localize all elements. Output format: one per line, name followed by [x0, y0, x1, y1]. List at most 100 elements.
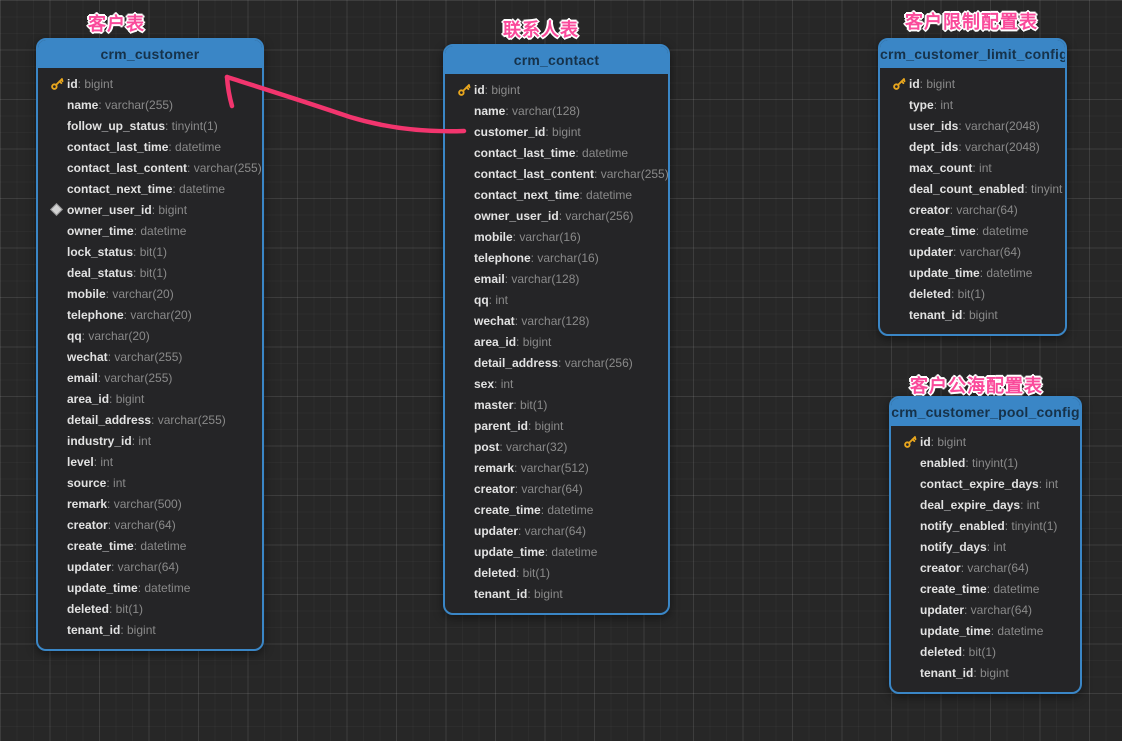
field-row-remark[interactable]: remark: varchar(500)	[38, 493, 262, 514]
field-row-wechat[interactable]: wechat: varchar(128)	[445, 310, 668, 331]
field-row-updater[interactable]: updater: varchar(64)	[880, 241, 1065, 262]
table-crm-customer-limit-config[interactable]: crm_customer_limit_config id: biginttype…	[878, 38, 1067, 336]
field-row-qq[interactable]: qq: int	[445, 289, 668, 310]
field-name: owner_time	[67, 224, 134, 238]
field-row-owner_time[interactable]: owner_time: datetime	[38, 220, 262, 241]
field-row-master[interactable]: master: bit(1)	[445, 394, 668, 415]
field-row-level[interactable]: level: int	[38, 451, 262, 472]
table-header-crm-customer-pool-config[interactable]: crm_customer_pool_config	[891, 398, 1080, 426]
field-name: create_time	[909, 224, 976, 238]
diagram-canvas[interactable]: 客户表 联系人表 客户限制配置表 客户公海配置表 crm_customer id…	[0, 0, 1122, 741]
table-header-crm-customer-limit-config[interactable]: crm_customer_limit_config	[880, 40, 1065, 68]
field-row-id[interactable]: id: bigint	[891, 431, 1080, 452]
field-type: : bigint	[120, 623, 155, 637]
field-row-telephone[interactable]: telephone: varchar(16)	[445, 247, 668, 268]
field-type: : tinyint(1)	[965, 456, 1018, 470]
field-row-updater[interactable]: updater: varchar(64)	[891, 599, 1080, 620]
field-type: : varchar(20)	[82, 329, 150, 343]
field-row-mobile[interactable]: mobile: varchar(20)	[38, 283, 262, 304]
field-row-industry_id[interactable]: industry_id: int	[38, 430, 262, 451]
field-row-contact_next_time[interactable]: contact_next_time: datetime	[445, 184, 668, 205]
table-crm-customer[interactable]: crm_customer id: bigintname: varchar(255…	[36, 38, 264, 651]
field-row-area_id[interactable]: area_id: bigint	[38, 388, 262, 409]
field-row-notify_days[interactable]: notify_days: int	[891, 536, 1080, 557]
field-row-id[interactable]: id: bigint	[880, 73, 1065, 94]
field-row-contact_next_time[interactable]: contact_next_time: datetime	[38, 178, 262, 199]
field-row-deal_count_enabled[interactable]: deal_count_enabled: tinyint	[880, 178, 1065, 199]
field-row-creator[interactable]: creator: varchar(64)	[891, 557, 1080, 578]
field-row-create_time[interactable]: create_time: datetime	[445, 499, 668, 520]
field-name: id	[920, 435, 931, 449]
field-type: : varchar(255)	[187, 161, 262, 175]
field-row-deal_expire_days[interactable]: deal_expire_days: int	[891, 494, 1080, 515]
field-row-email[interactable]: email: varchar(255)	[38, 367, 262, 388]
field-row-tenant_id[interactable]: tenant_id: bigint	[38, 619, 262, 640]
field-row-deal_status[interactable]: deal_status: bit(1)	[38, 262, 262, 283]
field-name: contact_expire_days	[920, 477, 1039, 491]
field-row-type[interactable]: type: int	[880, 94, 1065, 115]
field-type: : int	[1039, 477, 1058, 491]
field-row-create_time[interactable]: create_time: datetime	[880, 220, 1065, 241]
field-row-create_time[interactable]: create_time: datetime	[891, 578, 1080, 599]
field-row-deleted[interactable]: deleted: bit(1)	[38, 598, 262, 619]
field-row-notify_enabled[interactable]: notify_enabled: tinyint(1)	[891, 515, 1080, 536]
field-row-contact_last_time[interactable]: contact_last_time: datetime	[445, 142, 668, 163]
field-row-area_id[interactable]: area_id: bigint	[445, 331, 668, 352]
field-row-mobile[interactable]: mobile: varchar(16)	[445, 226, 668, 247]
field-row-sex[interactable]: sex: int	[445, 373, 668, 394]
field-row-lock_status[interactable]: lock_status: bit(1)	[38, 241, 262, 262]
field-row-dept_ids[interactable]: dept_ids: varchar(2048)	[880, 136, 1065, 157]
field-row-create_time[interactable]: create_time: datetime	[38, 535, 262, 556]
field-type: : varchar(64)	[961, 561, 1029, 575]
field-row-updater[interactable]: updater: varchar(64)	[38, 556, 262, 577]
field-row-qq[interactable]: qq: varchar(20)	[38, 325, 262, 346]
field-row-post[interactable]: post: varchar(32)	[445, 436, 668, 457]
field-row-name[interactable]: name: varchar(128)	[445, 100, 668, 121]
field-type: : bigint	[973, 666, 1008, 680]
field-type: : datetime	[980, 266, 1033, 280]
field-row-tenant_id[interactable]: tenant_id: bigint	[891, 662, 1080, 683]
field-row-contact_last_content[interactable]: contact_last_content: varchar(255)	[445, 163, 668, 184]
field-row-enabled[interactable]: enabled: tinyint(1)	[891, 452, 1080, 473]
table-header-crm-contact[interactable]: crm_contact	[445, 46, 668, 74]
field-row-email[interactable]: email: varchar(128)	[445, 268, 668, 289]
field-row-creator[interactable]: creator: varchar(64)	[445, 478, 668, 499]
field-row-tenant_id[interactable]: tenant_id: bigint	[880, 304, 1065, 325]
field-row-deleted[interactable]: deleted: bit(1)	[880, 283, 1065, 304]
field-row-source[interactable]: source: int	[38, 472, 262, 493]
field-name: parent_id	[474, 419, 528, 433]
field-row-max_count[interactable]: max_count: int	[880, 157, 1065, 178]
field-type: : varchar(64)	[518, 524, 586, 538]
field-row-updater[interactable]: updater: varchar(64)	[445, 520, 668, 541]
field-row-customer_id[interactable]: customer_id: bigint	[445, 121, 668, 142]
table-crm-customer-pool-config[interactable]: crm_customer_pool_config id: bigintenabl…	[889, 396, 1082, 694]
field-row-user_ids[interactable]: user_ids: varchar(2048)	[880, 115, 1065, 136]
field-row-owner_user_id[interactable]: owner_user_id: varchar(256)	[445, 205, 668, 226]
field-row-update_time[interactable]: update_time: datetime	[891, 620, 1080, 641]
field-name: id	[909, 77, 920, 91]
field-row-creator[interactable]: creator: varchar(64)	[880, 199, 1065, 220]
field-row-remark[interactable]: remark: varchar(512)	[445, 457, 668, 478]
field-row-detail_address[interactable]: detail_address: varchar(255)	[38, 409, 262, 430]
field-name: lock_status	[67, 245, 133, 259]
field-row-deleted[interactable]: deleted: bit(1)	[891, 641, 1080, 662]
field-row-contact_last_content[interactable]: contact_last_content: varchar(255)	[38, 157, 262, 178]
field-row-detail_address[interactable]: detail_address: varchar(256)	[445, 352, 668, 373]
field-type: : datetime	[138, 581, 191, 595]
field-row-update_time[interactable]: update_time: datetime	[880, 262, 1065, 283]
field-row-wechat[interactable]: wechat: varchar(255)	[38, 346, 262, 367]
field-row-follow_up_status[interactable]: follow_up_status: tinyint(1)	[38, 115, 262, 136]
field-row-tenant_id[interactable]: tenant_id: bigint	[445, 583, 668, 604]
field-row-update_time[interactable]: update_time: datetime	[38, 577, 262, 598]
field-row-update_time[interactable]: update_time: datetime	[445, 541, 668, 562]
table-crm-contact[interactable]: crm_contact id: bigintname: varchar(128)…	[443, 44, 670, 615]
table-header-crm-customer[interactable]: crm_customer	[38, 40, 262, 68]
field-row-creator[interactable]: creator: varchar(64)	[38, 514, 262, 535]
field-row-deleted[interactable]: deleted: bit(1)	[445, 562, 668, 583]
field-row-parent_id[interactable]: parent_id: bigint	[445, 415, 668, 436]
field-row-owner_user_id[interactable]: owner_user_id: bigint	[38, 199, 262, 220]
field-row-contact_expire_days[interactable]: contact_expire_days: int	[891, 473, 1080, 494]
field-row-telephone[interactable]: telephone: varchar(20)	[38, 304, 262, 325]
field-row-contact_last_time[interactable]: contact_last_time: datetime	[38, 136, 262, 157]
field-row-id[interactable]: id: bigint	[445, 79, 668, 100]
